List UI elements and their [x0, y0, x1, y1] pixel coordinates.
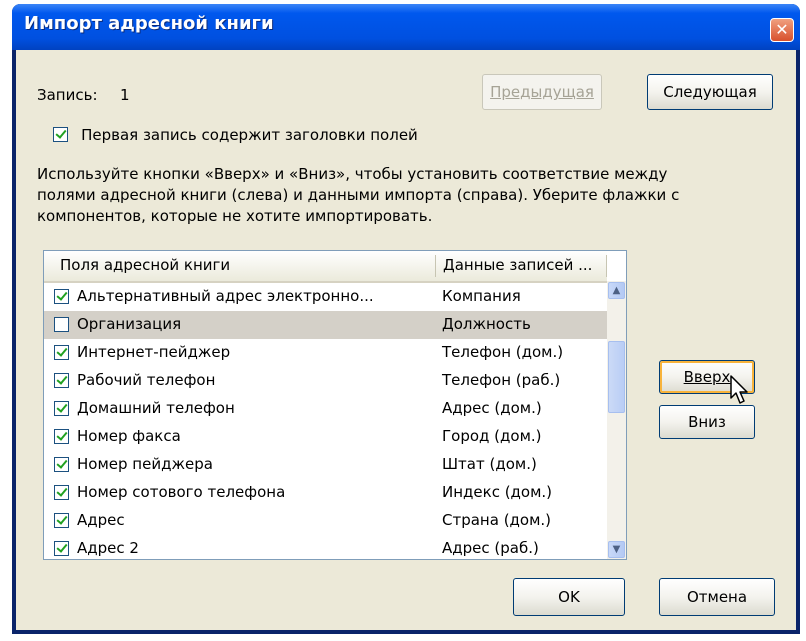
row-checkbox[interactable] [54, 541, 69, 556]
import-data-value: Штат (дом.) [442, 455, 537, 473]
import-data-value: Индекс (дом.) [442, 483, 553, 501]
list-row[interactable]: Номер факса Город (дом.) [44, 423, 607, 451]
import-data-value: Телефон (раб.) [442, 371, 561, 389]
row-checkbox[interactable] [54, 401, 69, 416]
list-row[interactable]: Адрес Страна (дом.) [44, 507, 607, 535]
address-book-field: Интернет-пейджер [77, 343, 231, 361]
ok-button[interactable]: OK [513, 578, 625, 616]
scrollbar-thumb[interactable] [608, 341, 625, 413]
instructions-line-3: компонентов, которые не хотите импортиро… [37, 207, 433, 225]
import-address-book-dialog: Импорт адресной книги ✕ Запись: 1 Предыд… [12, 4, 800, 634]
import-data-value: Должность [442, 315, 531, 333]
field-mapping-list[interactable]: Поля адресной книги Данные записей ... А… [43, 250, 627, 560]
close-button[interactable]: ✕ [770, 18, 794, 42]
cancel-button[interactable]: Отмена [659, 578, 775, 616]
move-up-button-label: Вверх [683, 368, 731, 386]
instructions-line-1: Используйте кнопки «Вверх» и «Вниз», что… [37, 165, 668, 183]
list-row[interactable]: Альтернативный адрес электронно... Компан… [44, 283, 607, 311]
previous-button-label: Предыдущая [490, 83, 594, 101]
first-record-headers-checkbox[interactable] [53, 127, 68, 142]
list-row[interactable]: Номер пейджера Штат (дом.) [44, 451, 607, 479]
address-book-field: Адрес [77, 511, 125, 529]
next-button-label: Следующая [663, 83, 757, 101]
scroll-up-arrow-icon[interactable]: ▲ [608, 282, 625, 299]
column-header-address-book-fields[interactable]: Поля адресной книги [60, 256, 230, 274]
import-data-value: Компания [442, 287, 521, 305]
list-row[interactable]: Домашний телефон Адрес (дом.) [44, 395, 607, 423]
dialog-body: Запись: 1 Предыдущая Следующая Первая за… [16, 50, 796, 630]
first-record-headers-label: Первая запись содержит заголовки полей [81, 125, 418, 144]
dialog-title: Импорт адресной книги [24, 13, 274, 34]
address-book-field: Рабочий телефон [77, 371, 216, 389]
row-checkbox[interactable] [54, 457, 69, 472]
record-number: 1 [120, 86, 130, 104]
list-row[interactable]: Организация Должность [44, 311, 607, 339]
list-row[interactable]: Номер сотового телефона Индекс (дом.) [44, 479, 607, 507]
row-checkbox[interactable] [54, 513, 69, 528]
ok-button-label: OK [558, 588, 580, 606]
row-checkbox[interactable] [54, 345, 69, 360]
first-record-headers-option[interactable]: Первая запись содержит заголовки полей [53, 124, 418, 144]
list-header: Поля адресной книги Данные записей ... [44, 251, 607, 283]
scroll-down-arrow-icon[interactable]: ▼ [608, 541, 625, 558]
list-row[interactable]: Адрес 2 Адрес (раб.) [44, 535, 607, 559]
address-book-field: Адрес 2 [77, 539, 139, 557]
import-data-value: Адрес (дом.) [442, 399, 542, 417]
row-checkbox[interactable] [54, 373, 69, 388]
import-data-value: Телефон (дом.) [442, 343, 564, 361]
import-data-value: Адрес (раб.) [442, 539, 539, 557]
column-header-import-data[interactable]: Данные записей ... [443, 256, 592, 274]
column-divider[interactable] [606, 255, 607, 277]
address-book-field: Альтернативный адрес электронно... [77, 287, 374, 305]
address-book-field: Организация [77, 315, 182, 333]
row-checkbox[interactable] [54, 485, 69, 500]
address-book-field: Номер сотового телефона [77, 483, 286, 501]
move-down-button-label: Вниз [688, 413, 726, 431]
import-data-value: Город (дом.) [442, 427, 542, 445]
address-book-field: Номер пейджера [77, 455, 213, 473]
list-row[interactable]: Рабочий телефон Телефон (раб.) [44, 367, 607, 395]
instructions-text: Используйте кнопки «Вверх» и «Вниз», что… [37, 164, 777, 227]
list-vertical-scrollbar[interactable]: ▲ ▼ [607, 281, 626, 559]
next-button[interactable]: Следующая [647, 74, 773, 110]
row-checkbox[interactable] [54, 317, 69, 332]
import-data-value: Страна (дом.) [442, 511, 552, 529]
column-divider[interactable] [435, 255, 436, 277]
title-bar[interactable]: Импорт адресной книги ✕ [12, 4, 800, 50]
row-checkbox[interactable] [54, 289, 69, 304]
previous-button[interactable]: Предыдущая [482, 74, 602, 110]
close-icon: ✕ [775, 20, 789, 39]
address-book-field: Домашний телефон [77, 399, 235, 417]
row-checkbox[interactable] [54, 429, 69, 444]
address-book-field: Номер факса [77, 427, 181, 445]
instructions-line-2: полями адресной книги (слева) и данными … [37, 186, 680, 204]
mouse-pointer-icon [730, 375, 748, 404]
list-row[interactable]: Интернет-пейджер Телефон (дом.) [44, 339, 607, 367]
record-label: Запись: [37, 86, 98, 104]
cancel-button-label: Отмена [686, 588, 748, 606]
move-down-button[interactable]: Вниз [659, 405, 755, 439]
